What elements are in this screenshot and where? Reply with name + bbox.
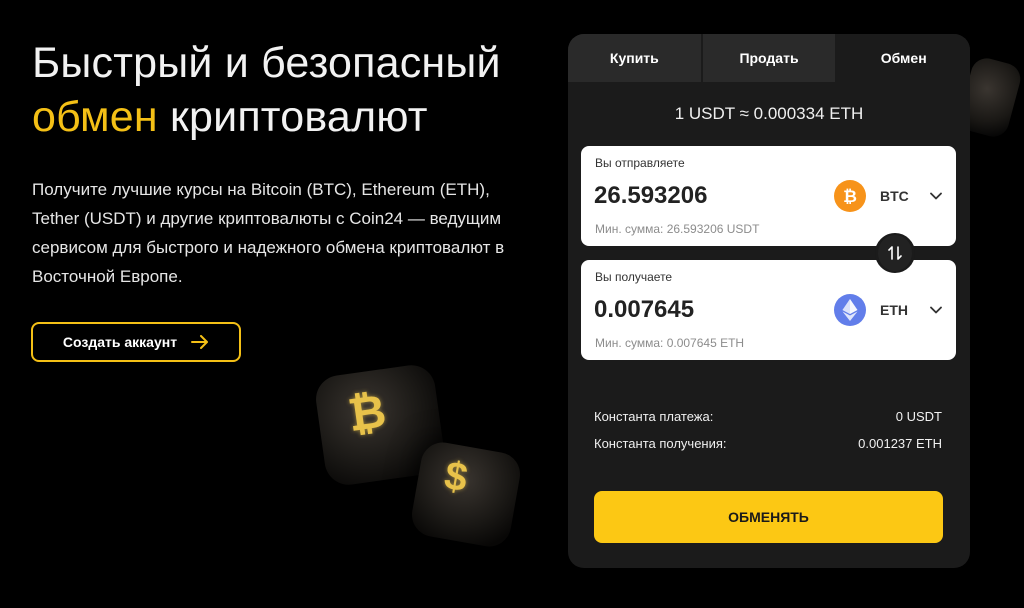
create-account-button[interactable]: Создать аккаунт [31,322,241,362]
hero-title-accent: обмен [32,93,158,141]
dollar-symbol-icon: $ [441,453,471,501]
hero-description: Получите лучшие курсы на Bitcoin (BTC), … [32,180,505,286]
receive-constant-value: 0.001237 ETH [858,436,942,451]
receive-constant-label: Константа получения: [594,436,727,451]
receive-label: Вы получаете [595,270,673,284]
tab-sell[interactable]: Продать [700,34,836,82]
receive-constant-row: Константа получения: 0.001237 ETH [594,436,942,451]
ethereum-icon [834,294,866,326]
hero-title: Быстрый и безопасный обмен криптовалют [32,36,501,144]
receive-currency-select[interactable]: ETH [834,293,942,327]
exchange-rate: 1 USDT ≈ 0.000334 ETH [674,104,864,123]
dollar-dice-image: $ [408,439,524,550]
receive-amount-box: Вы получаете Мин. сумма: 0.007645 ETH ET… [581,260,956,360]
create-account-label: Создать аккаунт [62,334,178,350]
swap-arrows-icon [888,246,902,260]
exchange-widget: Купить Продать Обмен 1 USDT ≈ 0.000334 E… [568,34,970,568]
send-currency-code: BTC [880,188,909,204]
send-label: Вы отправляете [595,156,685,170]
hero-title-line1: Быстрый и безопасный [32,39,501,87]
chevron-down-icon [930,306,942,314]
exchange-tabs: Купить Продать Обмен [568,34,970,82]
send-min-amount: Мин. сумма: 26.593206 USDT [595,222,760,236]
tab-buy[interactable]: Купить [568,34,701,82]
receive-currency-code: ETH [880,302,908,318]
send-amount-input[interactable] [594,179,814,213]
receive-min-amount: Мин. сумма: 0.007645 ETH [595,336,745,350]
swap-currencies-button[interactable] [875,233,915,273]
arrow-right-icon [191,335,209,349]
svg-text:₿: ₿ [843,187,857,206]
hero-title-rest: криптовалют [157,93,428,141]
send-currency-select[interactable]: ₿ BTC [834,179,942,213]
exchange-submit-button[interactable]: ОБМЕНЯТЬ [594,491,943,543]
tab-exchange[interactable]: Обмен [835,34,970,82]
bitcoin-symbol-icon: ₿ [344,384,390,442]
receive-amount-input[interactable] [594,293,814,327]
bitcoin-icon: ₿ [834,180,866,212]
payment-constant-label: Константа платежа: [594,409,714,424]
payment-constant-value: 0 USDT [895,409,942,424]
send-amount-box: Вы отправляете Мин. сумма: 26.593206 USD… [581,146,956,246]
chevron-down-icon [930,192,942,200]
payment-constant-row: Константа платежа: 0 USDT [594,409,942,424]
